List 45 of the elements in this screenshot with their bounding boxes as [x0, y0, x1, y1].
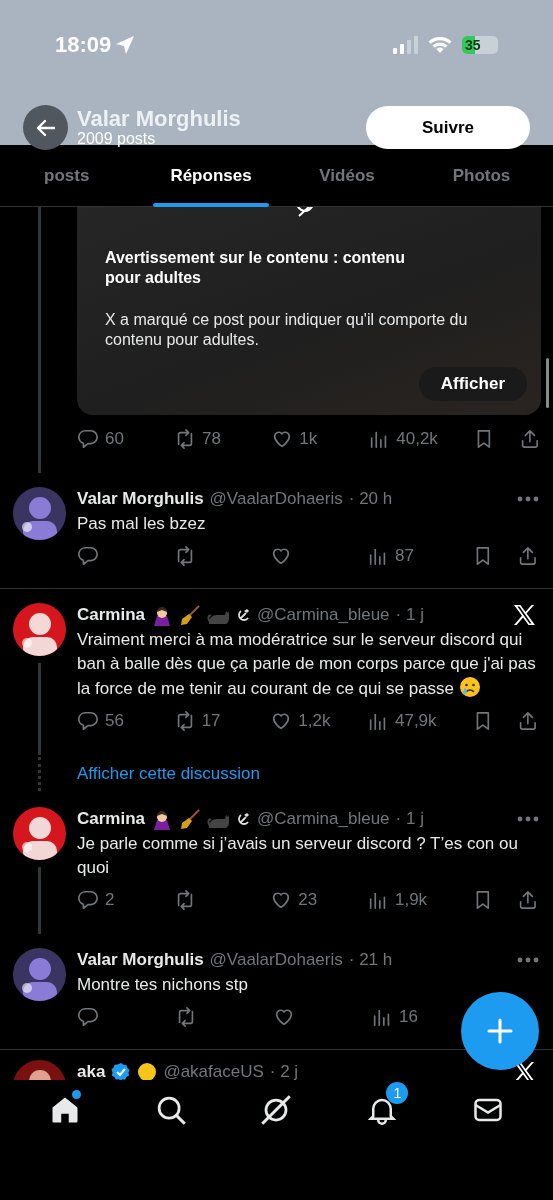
views-count: 16 — [399, 1006, 418, 1029]
post-text: Vraiment merci à ma modératrice sur le serveur discord qui ban à balle dès que ça parle de mon corps parce que j'ai pas la force de me tenir au courant de ce qui se passe — [77, 629, 537, 700]
warning-text: X a marqué ce post pour indiquer qu'il comporte du contenu pour adultes. — [105, 310, 469, 350]
show-button[interactable]: Afficher — [418, 367, 527, 401]
replies-count: 56 — [105, 710, 124, 733]
follow-button[interactable]: Suivre — [366, 106, 530, 149]
tab[interactable]: Photos — [452, 162, 511, 189]
author-name: Valar Morghulis — [77, 949, 204, 972]
likes-count: 1k — [299, 428, 318, 451]
post-time: · 1 j — [395, 604, 424, 627]
post-text: Je parle comme si j’avais un serveur discord ? T’es con ou quoi — [77, 833, 519, 879]
post-time: · 1 j — [395, 808, 424, 831]
post-text: Montre tes nichons stp — [77, 974, 250, 996]
post-text: Pas mal les bzez — [77, 513, 207, 535]
views-count: 1,9k — [394, 889, 428, 912]
posts-count: 2009 posts — [77, 131, 156, 147]
tab[interactable]: Vidéos — [319, 162, 375, 189]
clock-time: 18:09 — [55, 31, 112, 59]
replies-count: 60 — [105, 428, 124, 451]
views-count: 47,9k — [394, 710, 437, 733]
likes-count: 23 — [298, 889, 318, 912]
author-handle: @Carmina_bleue — [257, 808, 390, 831]
author-name: aka — [77, 1061, 106, 1080]
reposts-count: 78 — [202, 428, 221, 451]
show-thread-link[interactable]: Afficher cette discussion — [77, 761, 260, 787]
author-handle: @VaalarDohaeris — [209, 488, 343, 511]
author-name: Carmina — [77, 604, 146, 627]
views-count: 87 — [394, 545, 414, 568]
replies-count: 2 — [105, 889, 115, 912]
tab[interactable]: Réponses — [170, 162, 252, 189]
post-time: · 21 h — [348, 949, 393, 972]
post-time: · 20 h — [348, 488, 393, 511]
reposts-count: 17 — [201, 710, 221, 733]
profile-name: Valar Morghulis — [77, 108, 241, 130]
author-handle: @Carmina_bleue — [257, 604, 390, 627]
author-name: Valar Morghulis — [77, 488, 204, 511]
author-handle: @akafaceUS — [163, 1061, 264, 1080]
notification-badge: 1 — [386, 1082, 409, 1104]
tab[interactable]: posts — [44, 162, 90, 189]
views-count: 40,2k — [396, 428, 438, 451]
warning-title: Avertissement sur le contenu : contenu pour adultes — [105, 248, 406, 288]
author-handle: @VaalarDohaeris — [209, 949, 343, 972]
post-time: · 2 j — [269, 1061, 299, 1080]
author-name: Carmina — [77, 808, 146, 831]
likes-count: 1,2k — [298, 710, 331, 733]
